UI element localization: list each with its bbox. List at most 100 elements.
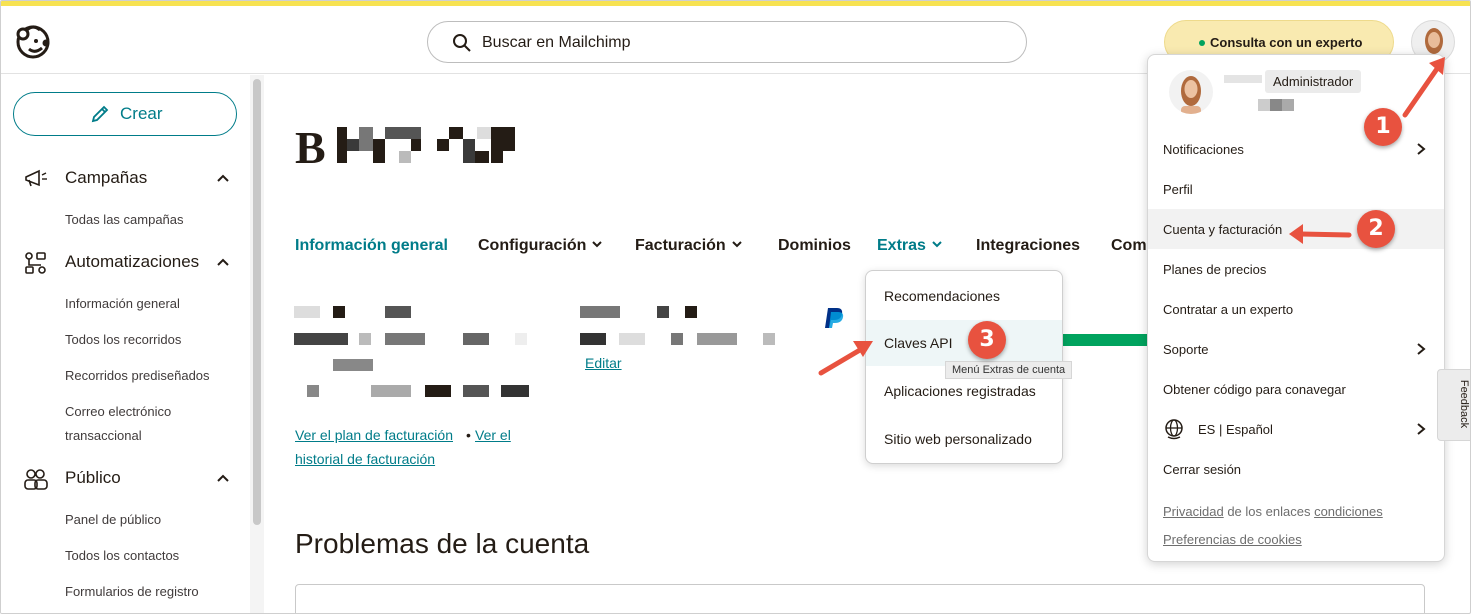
account-item-label: Notificaciones xyxy=(1163,142,1244,157)
account-item-logout[interactable]: Cerrar sesión xyxy=(1148,449,1444,489)
sidebar-label-campaigns: Campañas xyxy=(65,168,148,187)
account-item-support[interactable]: Soporte xyxy=(1148,329,1444,369)
megaphone-icon xyxy=(25,169,47,187)
tab-billing[interactable]: Facturación xyxy=(635,237,742,255)
extras-item-label: Recomendaciones xyxy=(884,288,1000,304)
search-placeholder: Buscar en Mailchimp xyxy=(482,34,631,51)
tab-integrations[interactable]: Integraciones xyxy=(976,237,1080,255)
privacy-link[interactable]: Privacidad xyxy=(1163,504,1224,519)
account-problems-panel xyxy=(295,584,1425,613)
tab-extras-label: Extras xyxy=(877,237,926,254)
account-item-pricing-plans[interactable]: Planes de precios xyxy=(1148,249,1444,289)
account-item-label: Cuenta y facturación xyxy=(1163,222,1283,237)
status-dot-icon xyxy=(1199,40,1205,46)
account-item-label: Contratar a un experto xyxy=(1163,302,1294,317)
sidebar-item-transactional-email-line2[interactable]: transaccional xyxy=(65,424,142,448)
chevron-down-icon xyxy=(932,241,942,248)
sidebar-label-audience: Público xyxy=(65,468,121,487)
account-item-label: Cerrar sesión xyxy=(1163,462,1242,477)
account-item-cobrowse-code[interactable]: Obtener código para conavegar xyxy=(1148,369,1444,409)
left-sidebar: Crear Campañas Todas las campañas Automa… xyxy=(1,75,263,613)
create-button[interactable]: Crear xyxy=(13,92,237,136)
usage-progress-bar xyxy=(1062,334,1152,346)
extras-item-label: Sitio web personalizado xyxy=(884,431,1032,447)
account-item-language[interactable]: ES | Español xyxy=(1148,409,1444,449)
chevron-down-icon xyxy=(592,241,603,248)
account-problems-heading: Problemas de la cuenta xyxy=(295,528,590,559)
cookie-preferences-row: Preferencias de cookies xyxy=(1163,532,1302,547)
billing-history-link-line2[interactable]: historial de facturación xyxy=(295,451,435,467)
annotation-step-2: 2 xyxy=(1357,210,1395,248)
cookie-preferences-link[interactable]: Preferencias de cookies xyxy=(1163,532,1302,547)
sidebar-item-audience-dashboard[interactable]: Panel de público xyxy=(65,508,161,532)
search-bar[interactable]: Buscar en Mailchimp xyxy=(427,21,1027,63)
billing-links-separator: • xyxy=(466,427,471,443)
account-item-profile[interactable]: Perfil xyxy=(1148,169,1444,209)
terms-link[interactable]: condiciones xyxy=(1314,504,1383,519)
account-item-hire-expert[interactable]: Contratar a un experto xyxy=(1148,289,1444,329)
automation-icon xyxy=(25,252,46,274)
account-item-label: Obtener código para conavegar xyxy=(1163,382,1346,397)
sidebar-item-signup-forms[interactable]: Formularios de registro xyxy=(65,580,199,604)
redacted-user-id-c xyxy=(1282,99,1294,111)
chevron-down-icon xyxy=(731,241,742,248)
annotation-step-1: 1 xyxy=(1364,108,1402,146)
extras-item-label: Aplicaciones registradas xyxy=(884,383,1036,399)
user-avatar xyxy=(1169,70,1213,114)
audience-icon xyxy=(24,469,48,490)
chevron-up-icon xyxy=(217,474,229,482)
role-badge: Administrador xyxy=(1265,70,1362,93)
sidebar-item-all-journeys[interactable]: Todos los recorridos xyxy=(65,328,181,352)
extras-menu-tooltip: Menú Extras de cuenta xyxy=(945,361,1073,379)
edit-link[interactable]: Editar xyxy=(585,355,622,371)
chevron-up-icon xyxy=(217,258,229,266)
annotation-step-3: 3 xyxy=(968,321,1006,359)
tab-billing-label: Facturación xyxy=(635,237,726,254)
pencil-icon xyxy=(91,105,109,123)
redacted-user-name xyxy=(1224,75,1262,83)
sidebar-item-transactional-email[interactable]: Correo electrónico xyxy=(65,400,171,424)
sidebar-section-campaigns[interactable]: Campañas xyxy=(23,165,243,193)
expert-consult-label: Consulta con un experto xyxy=(1210,35,1363,50)
sidebar-section-audience[interactable]: Público xyxy=(23,465,243,493)
account-item-label: Soporte xyxy=(1163,342,1209,357)
sidebar-item-all-contacts[interactable]: Todos los contactos xyxy=(65,544,179,568)
search-icon xyxy=(453,34,471,52)
sidebar-item-prebuilt-journeys[interactable]: Recorridos prediseñados xyxy=(65,364,210,388)
sidebar-label-automations: Automatizaciones xyxy=(65,252,200,271)
account-item-label: Planes de precios xyxy=(1163,262,1267,277)
account-item-label: Perfil xyxy=(1163,182,1193,197)
extras-item-custom-website[interactable]: Sitio web personalizado xyxy=(866,416,1062,462)
globe-icon xyxy=(1165,419,1183,440)
create-label: Crear xyxy=(120,104,163,123)
mailchimp-logo[interactable] xyxy=(13,21,53,61)
billing-plan-link[interactable]: Ver el plan de facturación xyxy=(295,427,453,443)
chevron-right-icon xyxy=(1417,423,1426,435)
annotation-arrow-2 xyxy=(1289,224,1352,244)
tab-domains[interactable]: Dominios xyxy=(778,237,851,255)
paypal-icon xyxy=(825,308,844,328)
feedback-tab[interactable]: Feedback xyxy=(1437,369,1471,441)
tab-extras[interactable]: Extras xyxy=(877,237,942,255)
legal-links-connector: de los enlaces xyxy=(1227,504,1311,519)
tab-overview[interactable]: Información general xyxy=(295,237,448,255)
chevron-right-icon xyxy=(1417,343,1426,355)
redacted-user-id-a xyxy=(1258,99,1270,111)
extras-item-label: Claves API xyxy=(884,335,953,351)
feedback-label: Feedback xyxy=(1458,379,1471,429)
sidebar-item-all-campaigns[interactable]: Todas las campañas xyxy=(65,208,184,232)
app-frame: Buscar en Mailchimp Consulta con un expe… xyxy=(0,0,1471,614)
redacted-user-id-b xyxy=(1270,99,1282,111)
chevron-right-icon xyxy=(1417,143,1426,155)
extras-item-recommendations[interactable]: Recomendaciones xyxy=(866,273,1062,319)
tab-more[interactable]: Com xyxy=(1111,237,1147,255)
tab-settings[interactable]: Configuración xyxy=(478,237,603,255)
sidebar-scrollbar-thumb[interactable] xyxy=(253,79,261,525)
chevron-up-icon xyxy=(217,174,229,182)
account-menu-legal-links: Privacidad de los enlaces condiciones xyxy=(1163,504,1383,519)
annotation-arrow-3 xyxy=(818,341,873,376)
extras-item-api-keys[interactable]: Claves API xyxy=(866,320,1062,366)
sidebar-section-automations[interactable]: Automatizaciones xyxy=(23,249,243,277)
sidebar-item-automation-overview[interactable]: Información general xyxy=(65,292,180,316)
billing-history-link[interactable]: Ver el xyxy=(475,427,511,443)
